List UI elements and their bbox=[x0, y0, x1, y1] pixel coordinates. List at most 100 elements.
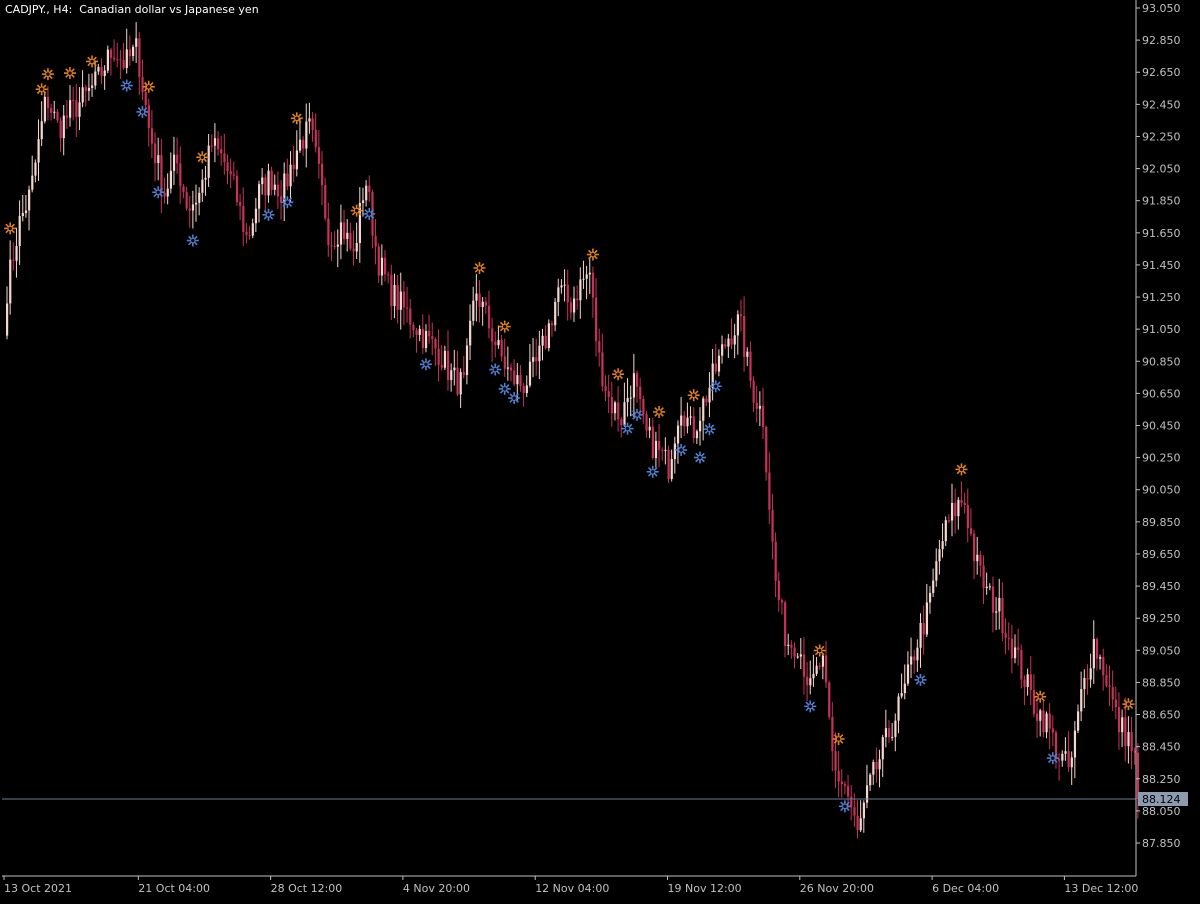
price-chart[interactable]: 93.050 92.850 92.650 92.450 92.250 92.050 91.8… bbox=[0, 0, 1200, 900]
candle-body bbox=[888, 728, 891, 738]
candle-body bbox=[116, 59, 119, 61]
time-tick-label: 13 Oct 2021 bbox=[4, 882, 72, 895]
candle-body bbox=[749, 351, 752, 381]
candle-body bbox=[642, 399, 645, 415]
candle-body bbox=[390, 274, 393, 307]
candle-body bbox=[840, 781, 843, 785]
candle-body bbox=[1004, 633, 1007, 638]
candle-body bbox=[528, 361, 532, 386]
candle-body bbox=[884, 728, 888, 738]
candle-body bbox=[513, 370, 516, 385]
candle-body bbox=[78, 102, 81, 117]
candle-body bbox=[692, 416, 695, 439]
upper-fractal-icon-center bbox=[294, 115, 300, 122]
candle-body bbox=[207, 145, 210, 178]
price-tick-label: 89.850 bbox=[1142, 516, 1181, 529]
candle-body bbox=[232, 174, 235, 176]
price-tick-label: 92.250 bbox=[1142, 130, 1181, 143]
lower-fractal-icon bbox=[914, 673, 927, 686]
lower-fractal-icon-center bbox=[650, 469, 656, 475]
candle-body bbox=[1058, 759, 1061, 761]
candle-body bbox=[1007, 637, 1010, 639]
candle-body bbox=[727, 338, 730, 347]
candle-body bbox=[648, 426, 651, 431]
candle-body bbox=[1029, 674, 1032, 691]
candle-body bbox=[87, 87, 91, 91]
lower-fractal-icon-center bbox=[155, 189, 161, 195]
candle-body bbox=[554, 301, 557, 326]
upper-fractal-icon-center bbox=[1125, 701, 1132, 707]
price-tick-label: 92.050 bbox=[1142, 163, 1181, 176]
candle-body bbox=[793, 647, 796, 657]
candle-body bbox=[154, 143, 157, 163]
candle-body bbox=[1017, 647, 1020, 651]
candle-body bbox=[352, 248, 355, 252]
candle-body bbox=[985, 586, 988, 589]
time-tick-label: 13 Dec 12:00 bbox=[1064, 882, 1138, 895]
candle-body bbox=[421, 328, 424, 348]
candle-body bbox=[724, 344, 727, 347]
lower-fractal-icon-center bbox=[917, 677, 924, 683]
candle-body bbox=[658, 440, 661, 450]
lower-fractal-icon bbox=[363, 207, 376, 220]
candle-body bbox=[361, 200, 365, 204]
candle-body bbox=[491, 328, 494, 342]
candle-body bbox=[12, 259, 15, 261]
candle-body bbox=[270, 170, 273, 190]
candle-body bbox=[176, 154, 179, 164]
candle-body bbox=[821, 655, 825, 667]
candle-body bbox=[122, 59, 125, 68]
upper-fractal-icon-center bbox=[67, 70, 73, 76]
candle-body bbox=[339, 222, 343, 245]
candle-body bbox=[1039, 710, 1042, 721]
candle-body bbox=[239, 202, 242, 206]
candle-body bbox=[1077, 711, 1080, 731]
candle-body bbox=[1048, 713, 1051, 729]
lower-fractal-icon-center bbox=[624, 425, 631, 432]
candle-body bbox=[806, 676, 809, 686]
price-tick-label: 93.050 bbox=[1142, 2, 1181, 15]
candle-body bbox=[995, 611, 998, 613]
candle-body bbox=[100, 66, 103, 76]
candle-body bbox=[736, 314, 739, 336]
candle-body bbox=[796, 656, 799, 658]
candle-body bbox=[689, 416, 692, 418]
candle-body bbox=[1111, 686, 1114, 700]
candle-body bbox=[708, 387, 711, 403]
candle-body bbox=[245, 231, 248, 236]
symbol-description: Canadian dollar vs Japanese yen bbox=[79, 3, 259, 16]
price-tick-label: 90.850 bbox=[1142, 355, 1181, 368]
candle-body bbox=[667, 449, 670, 480]
lower-fractal-icon-center bbox=[139, 109, 146, 115]
candle-body bbox=[402, 291, 406, 308]
lower-fractal-icon-center bbox=[807, 703, 813, 710]
candle-body bbox=[566, 284, 569, 303]
upper-fractal-icon bbox=[687, 389, 700, 402]
candle-body bbox=[409, 308, 412, 325]
price-tick-label: 88.250 bbox=[1142, 773, 1181, 786]
candle-body bbox=[818, 665, 821, 667]
candle-body bbox=[62, 115, 65, 139]
candle-body bbox=[160, 155, 163, 193]
price-tick-label: 92.850 bbox=[1142, 34, 1181, 47]
upper-fractal-icon bbox=[142, 80, 155, 93]
time-tick-label: 21 Oct 04:00 bbox=[138, 882, 210, 895]
candle-body bbox=[982, 565, 985, 589]
chart-background bbox=[0, 0, 1200, 900]
candle-body bbox=[654, 440, 658, 458]
candle-body bbox=[59, 120, 62, 139]
candle-body bbox=[699, 420, 702, 432]
candle-body bbox=[128, 49, 132, 57]
price-tick-label: 91.250 bbox=[1142, 291, 1181, 304]
price-tick-label: 89.450 bbox=[1142, 580, 1181, 593]
upper-fractal-icon bbox=[64, 67, 76, 80]
candle-body bbox=[424, 331, 428, 348]
candle-body bbox=[875, 761, 878, 770]
candle-body bbox=[484, 301, 487, 306]
candle-body bbox=[472, 300, 475, 321]
upper-fractal-icon-center bbox=[691, 392, 697, 398]
price-tick-label: 88.850 bbox=[1142, 676, 1181, 689]
candle-body bbox=[617, 402, 620, 420]
candle-body bbox=[544, 335, 547, 349]
chart-svg[interactable]: 93.050 92.850 92.650 92.450 92.250 92.050 91.8… bbox=[0, 0, 1200, 900]
